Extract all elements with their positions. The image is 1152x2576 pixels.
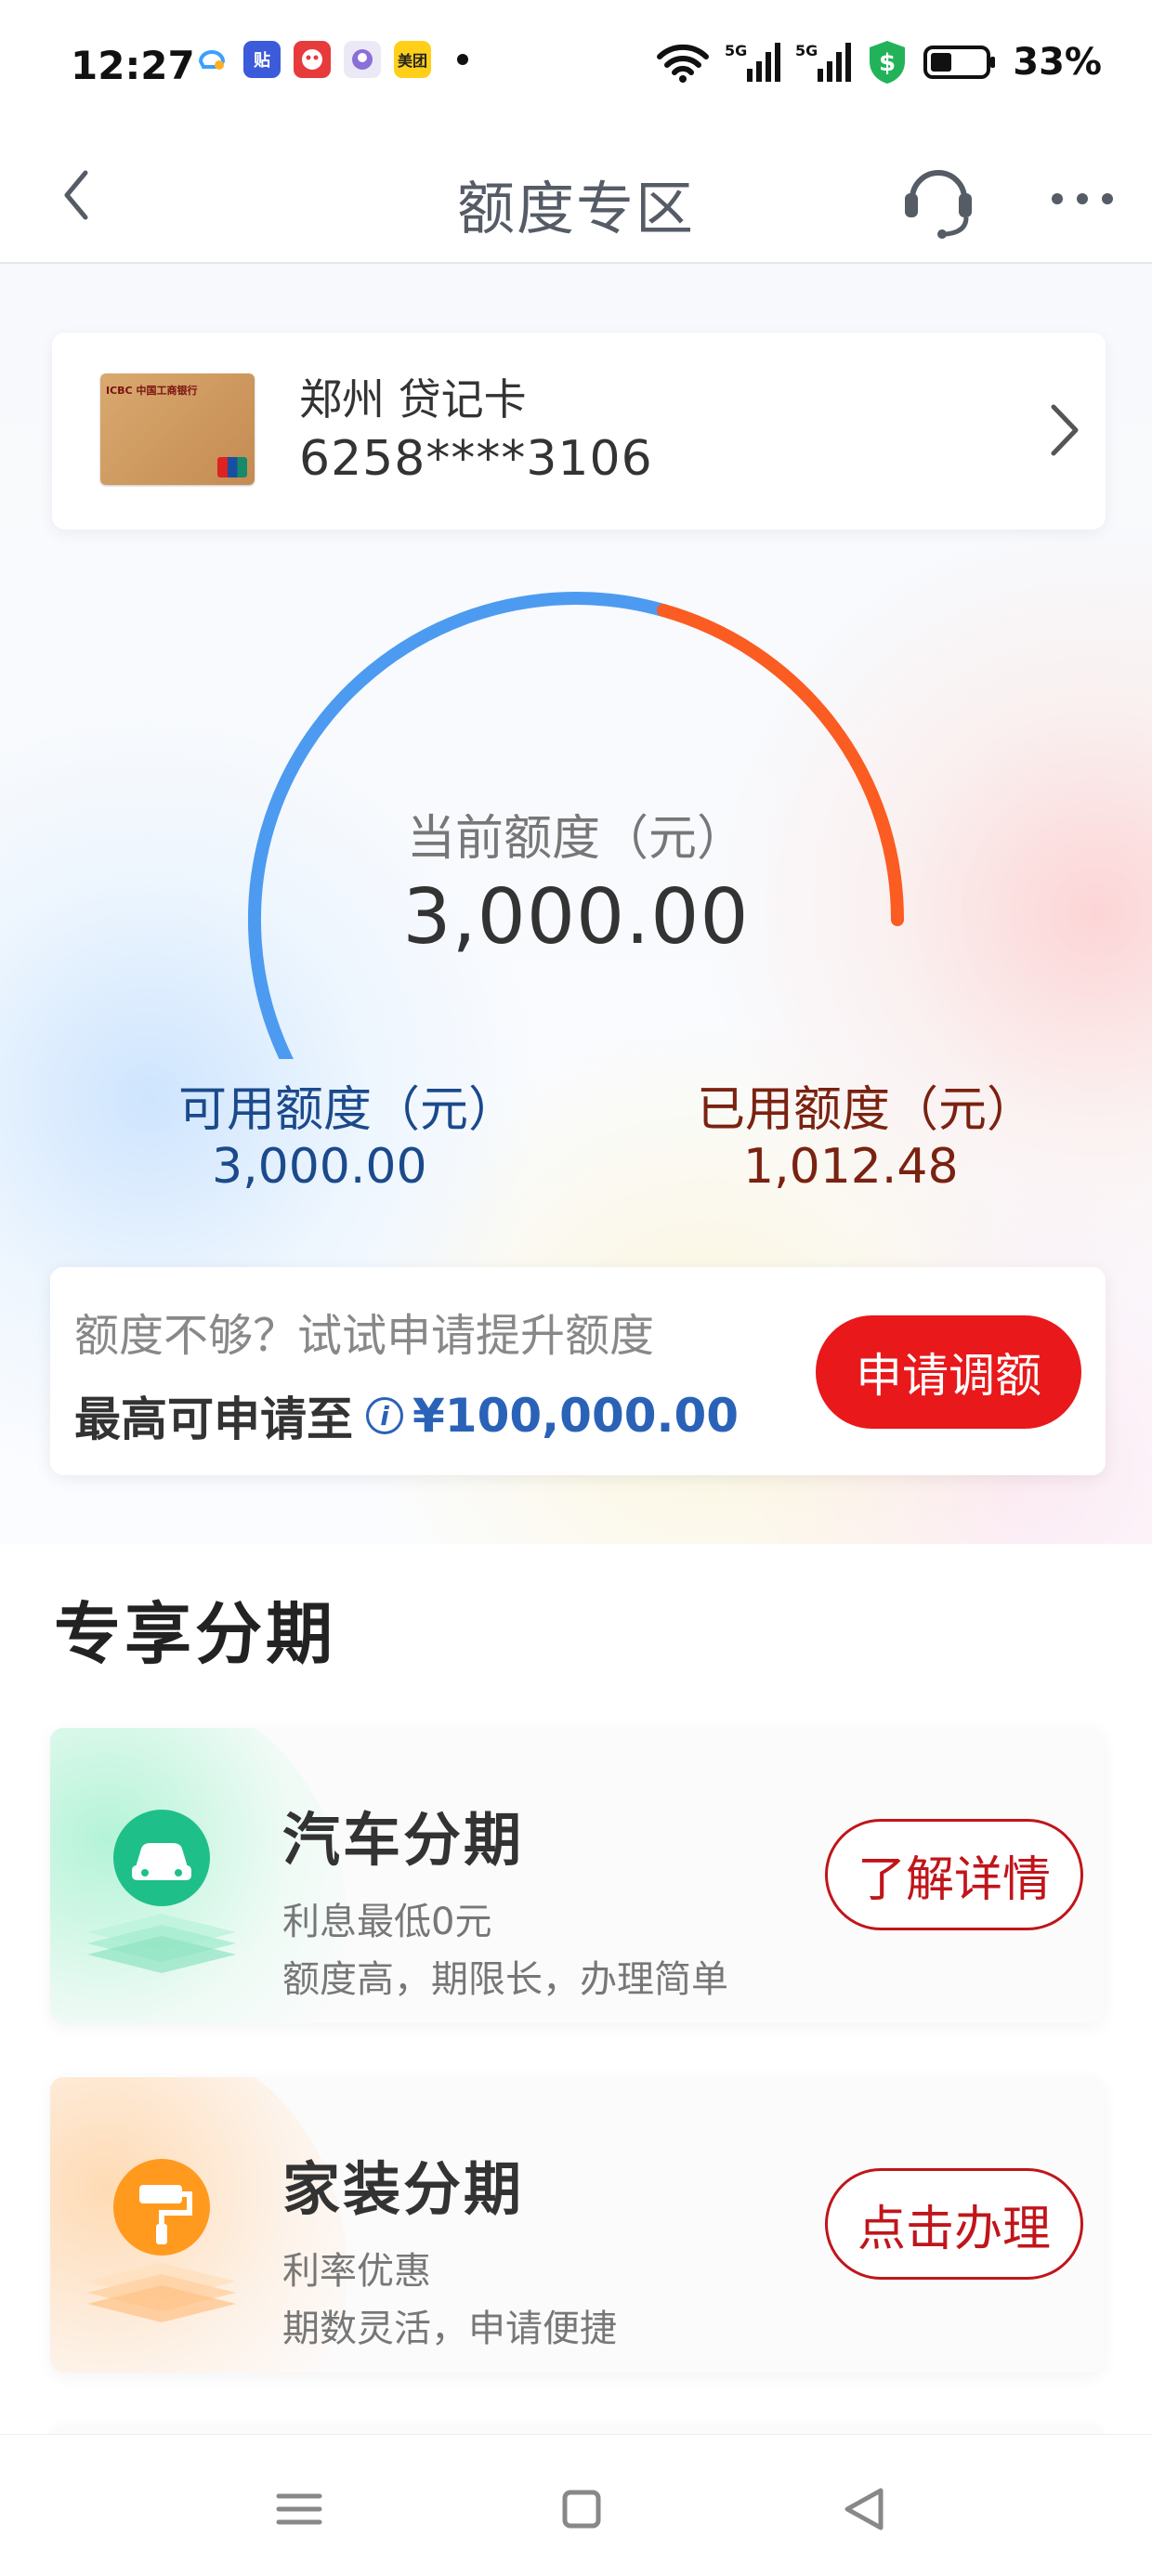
unionpay-logo-icon — [217, 457, 247, 477]
more-notifications-dot — [457, 54, 468, 65]
home-square-icon[interactable] — [544, 2472, 619, 2546]
promo-subtitle: 利息最低0元 — [282, 1901, 492, 1943]
signal-5g-icon-2: 5G — [795, 42, 852, 82]
svg-text:5G: 5G — [795, 42, 818, 59]
system-status: 5G 5G $ 33% — [656, 39, 1102, 85]
card-name: 郑州 贷记卡 — [299, 374, 527, 425]
apply-now-button[interactable]: 点击办理 — [825, 2168, 1083, 2280]
car-icon — [87, 1810, 236, 1973]
security-shield-icon: $ — [870, 41, 906, 84]
menu-icon[interactable] — [262, 2472, 336, 2546]
promo-card-home-decor[interactable]: 家装分期 利率优惠 期数灵活，申请便捷 点击办理 — [50, 2077, 1104, 2373]
qq-icon — [193, 41, 230, 78]
battery-icon — [923, 46, 996, 79]
status-time: 12:27 — [71, 43, 195, 88]
section-title: 专享分期 — [54, 1595, 337, 1673]
raise-limit-card: 额度不够？试试申请提升额度 最高可申请至 i ¥100,000.00 申请调额 — [50, 1267, 1106, 1475]
credit-card-image: ICBC 中国工商银行 — [100, 373, 255, 485]
chevron-right-icon — [1051, 404, 1079, 456]
current-limit-value: 3,000.00 — [402, 873, 750, 961]
meituan-icon: 美团 — [394, 41, 431, 78]
signal-5g-icon-1: 5G — [725, 42, 781, 82]
svg-text:$: $ — [879, 49, 896, 77]
available-limit-value: 3,000.00 — [212, 1139, 427, 1195]
max-limit-row: 最高可申请至 i ¥100,000.00 — [74, 1382, 739, 1449]
used-limit-value: 1,012.48 — [743, 1139, 959, 1195]
card-selector[interactable]: ICBC 中国工商银行 郑州 贷记卡 6258****3106 — [52, 333, 1106, 530]
promo-description: 额度高，期限长，办理简单 — [282, 1958, 728, 2001]
promo-title: 汽车分期 — [282, 1806, 525, 1874]
apply-raise-button[interactable]: 申请调额 — [816, 1315, 1081, 1429]
nav-bar: 额度专区 — [0, 130, 1152, 264]
current-limit-label: 当前额度（元） — [406, 811, 745, 867]
max-limit-amount: ¥100,000.00 — [412, 1389, 740, 1443]
paint-roller-icon — [87, 2159, 236, 2322]
raise-limit-hint: 额度不够？试试申请提升额度 — [74, 1310, 655, 1362]
back-triangle-icon[interactable] — [827, 2472, 901, 2546]
xiaohongshu-icon — [294, 41, 331, 78]
notification-icons: 贴 美团 — [193, 41, 468, 78]
app-icon — [344, 41, 381, 78]
wifi-icon — [657, 44, 710, 83]
available-limit-label: 可用额度（元） — [178, 1082, 517, 1138]
system-navigation-bar — [0, 2434, 1152, 2576]
battery-percent: 33% — [1013, 41, 1102, 84]
more-options-icon[interactable] — [1041, 150, 1124, 243]
customer-service-icon[interactable] — [892, 150, 985, 243]
promo-description: 期数灵活，申请便捷 — [282, 2308, 617, 2350]
promo-card-car[interactable]: 汽车分期 利息最低0元 额度高，期限长，办理简单 了解详情 — [50, 1728, 1104, 2023]
used-limit-label: 已用额度（元） — [697, 1082, 1036, 1138]
learn-more-button[interactable]: 了解详情 — [825, 1819, 1083, 1930]
tieba-icon: 贴 — [243, 41, 281, 78]
promo-title: 家装分期 — [282, 2155, 525, 2223]
status-bar: 12:27 贴 美团 5G 5G $ 33% — [0, 0, 1152, 130]
card-number: 6258****3106 — [299, 431, 653, 487]
svg-text:5G: 5G — [725, 42, 747, 59]
max-limit-label: 最高可申请至 — [74, 1393, 353, 1446]
promo-subtitle: 利率优惠 — [282, 2250, 431, 2293]
info-icon[interactable]: i — [366, 1397, 403, 1434]
